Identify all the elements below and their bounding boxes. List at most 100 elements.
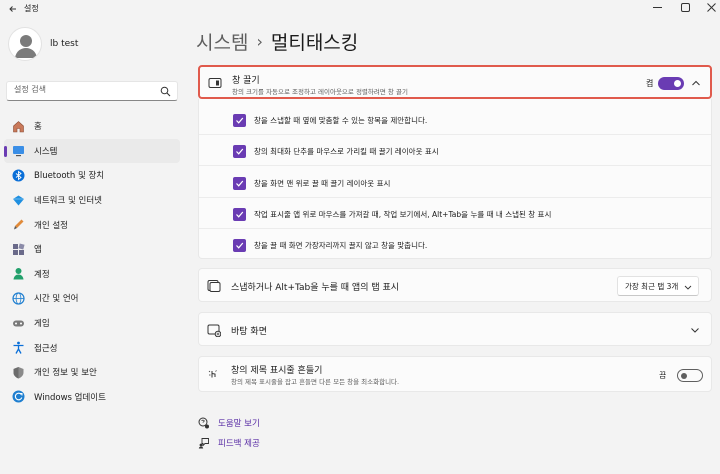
desktops-title: 바탕 화면 xyxy=(231,327,267,337)
snap-option-suggest[interactable]: 창을 스냅할 때 옆에 맞춤할 수 있는 항목을 제안합니다. xyxy=(233,113,427,127)
snap-windows-title: 창 끌기 xyxy=(232,76,260,86)
checkbox[interactable] xyxy=(233,176,246,190)
user-icon xyxy=(15,35,37,58)
checkbox[interactable] xyxy=(233,207,246,221)
sidebar-item-label: 접근성 xyxy=(34,343,58,354)
accounts-icon xyxy=(13,268,24,280)
minimize-icon xyxy=(652,6,662,8)
option-label: 창을 화면 맨 위로 끌 때 끌기 레이아웃 표시 xyxy=(254,178,391,188)
shake-icon xyxy=(208,370,217,378)
feedback-link[interactable]: 피드백 제공 xyxy=(198,437,260,449)
gaming-icon xyxy=(13,320,24,327)
network-icon xyxy=(13,195,24,206)
feedback-icon xyxy=(198,438,209,449)
shake-toggle-state: 끔 xyxy=(659,371,667,380)
sidebar-item-label: Bluetooth 및 장치 xyxy=(34,171,105,182)
checkbox[interactable] xyxy=(233,113,246,127)
feedback-link-text[interactable]: 피드백 제공 xyxy=(218,437,260,449)
page-title: 멀티태스킹 xyxy=(270,32,359,54)
alt-tab-title: 스냅하거나 Alt+Tab을 누를 때 앱의 탭 표시 xyxy=(231,283,400,293)
sidebar-item-time-language[interactable]: 시간 및 언어 xyxy=(4,286,180,311)
alt-tab-icon xyxy=(207,280,221,292)
title-bar: 설정 xyxy=(0,0,720,18)
bluetooth-icon xyxy=(12,169,25,182)
sidebar-item-accessibility[interactable]: 접근성 xyxy=(4,335,180,360)
checkmark-icon xyxy=(236,148,244,155)
snap-windows-icon xyxy=(208,78,222,88)
divider xyxy=(199,228,711,229)
snap-option-show-snapped[interactable]: 작업 표시줄 앱 위로 마우스를 가져갈 때, 작업 보기에서, Alt+Tab… xyxy=(233,207,551,221)
windows-update-icon xyxy=(12,390,25,403)
help-link-text[interactable]: 도움말 보기 xyxy=(218,417,260,429)
checkmark-icon xyxy=(236,211,244,218)
divider xyxy=(199,165,711,166)
alt-tab-dropdown[interactable]: 가장 최근 탭 3개 xyxy=(617,276,699,296)
breadcrumb-separator: › xyxy=(256,32,263,51)
sidebar-item-home[interactable]: 홈 xyxy=(4,114,180,139)
divider xyxy=(199,134,711,135)
option-label: 창을 끌 때 화면 가장자리까지 끌지 않고 창을 맞춥니다. xyxy=(254,240,428,250)
breadcrumb: 시스템 › 멀티태스킹 xyxy=(196,28,358,55)
dropdown-value: 가장 최근 탭 3개 xyxy=(625,281,679,291)
checkbox[interactable] xyxy=(233,144,246,158)
snap-option-drag-top[interactable]: 창을 화면 맨 위로 끌 때 끌기 레이아웃 표시 xyxy=(233,176,390,190)
snap-windows-subtitle: 창의 크기를 자동으로 조정하고 레이아웃으로 정렬하려면 창 끌기 xyxy=(232,88,408,96)
snap-toggle-state: 켬 xyxy=(646,79,654,88)
help-link[interactable]: 도움말 보기 xyxy=(198,417,260,429)
snap-options-group: 창을 스냅할 때 옆에 맞춤할 수 있는 항목을 제안합니다. 창의 최대화 단… xyxy=(198,99,712,259)
search-input[interactable] xyxy=(14,85,154,94)
shake-title: 창의 제목 표시줄 흔들기 xyxy=(231,366,323,376)
snap-option-edge[interactable]: 창을 끌 때 화면 가장자리까지 끌지 않고 창을 맞춥니다. xyxy=(233,238,427,252)
privacy-shield-icon xyxy=(13,366,24,379)
sidebar-item-label: 시스템 xyxy=(34,146,58,157)
time-language-icon xyxy=(12,292,25,305)
apps-icon xyxy=(13,243,25,255)
close-button[interactable] xyxy=(694,0,720,14)
option-label: 창의 최대화 단추를 마우스로 가리킬 때 끌기 레이아웃 표시 xyxy=(254,146,439,156)
checkmark-icon xyxy=(236,242,244,249)
sidebar-item-label: 네트워크 및 인터넷 xyxy=(34,196,102,207)
sidebar-item-label: 홈 xyxy=(34,122,42,133)
sidebar-item-accounts[interactable]: 계정 xyxy=(4,262,180,287)
profile-name: lb test xyxy=(50,39,79,49)
sidebar-item-bluetooth[interactable]: Bluetooth 및 장치 xyxy=(4,163,180,188)
search-box[interactable] xyxy=(6,81,178,101)
snap-windows-toggle[interactable] xyxy=(658,77,684,90)
sidebar-item-personalization[interactable]: 개인 설정 xyxy=(4,212,180,237)
home-icon xyxy=(13,120,24,133)
alt-tab-setting: 스냅하거나 Alt+Tab을 누를 때 앱의 탭 표시 가장 최근 탭 3개 xyxy=(198,268,712,302)
sidebar-item-apps[interactable]: 앱 xyxy=(4,237,180,262)
shake-subtitle: 창의 제목 표시줄을 잡고 흔들면 다른 모든 창을 최소화합니다. xyxy=(231,378,400,386)
checkmark-icon xyxy=(236,117,244,124)
chevron-up-icon[interactable] xyxy=(691,78,701,88)
window-title: 설정 xyxy=(24,4,39,13)
checkbox[interactable] xyxy=(233,238,246,252)
sidebar-item-network[interactable]: 네트워크 및 인터넷 xyxy=(4,188,180,213)
accessibility-icon xyxy=(13,341,24,354)
search-icon[interactable] xyxy=(160,86,171,97)
sidebar-item-label: 개인 정보 및 보안 xyxy=(34,368,97,379)
sidebar-item-label: 게임 xyxy=(34,319,50,330)
sidebar-item-windows-update[interactable]: Windows 업데이트 xyxy=(4,385,180,410)
snap-windows-header[interactable]: 창 끌기 창의 크기를 자동으로 조정하고 레이아웃으로 정렬하려면 창 끌기 … xyxy=(198,65,712,99)
snap-option-maximize-hover[interactable]: 창의 최대화 단추를 마우스로 가리킬 때 끌기 레이아웃 표시 xyxy=(233,144,439,158)
chevron-down-icon xyxy=(684,285,692,290)
divider xyxy=(199,197,711,198)
checkmark-icon xyxy=(236,180,244,187)
chevron-down-icon[interactable] xyxy=(690,325,700,335)
sidebar-nav: 홈 시스템 Bluetooth 및 장치 네트워크 및 인터넷 개인 설정 앱 … xyxy=(4,114,180,409)
desktops-icon xyxy=(207,324,221,337)
sidebar-item-label: 개인 설정 xyxy=(34,220,68,231)
breadcrumb-parent[interactable]: 시스템 xyxy=(196,28,248,55)
desktops-setting[interactable]: 바탕 화면 xyxy=(198,312,712,346)
title-bar-shake-toggle[interactable] xyxy=(677,369,703,382)
sidebar-item-system[interactable]: 시스템 xyxy=(4,138,180,164)
sidebar-item-privacy[interactable]: 개인 정보 및 보안 xyxy=(4,360,180,385)
sidebar-item-gaming[interactable]: 게임 xyxy=(4,311,180,336)
maximize-icon xyxy=(680,2,690,12)
back-arrow-icon[interactable] xyxy=(8,4,18,14)
help-icon xyxy=(198,417,209,429)
sidebar-item-label: 시간 및 언어 xyxy=(34,294,79,305)
option-label: 작업 표시줄 앱 위로 마우스를 가져갈 때, 작업 보기에서, Alt+Tab… xyxy=(254,209,552,219)
avatar[interactable] xyxy=(8,27,42,61)
